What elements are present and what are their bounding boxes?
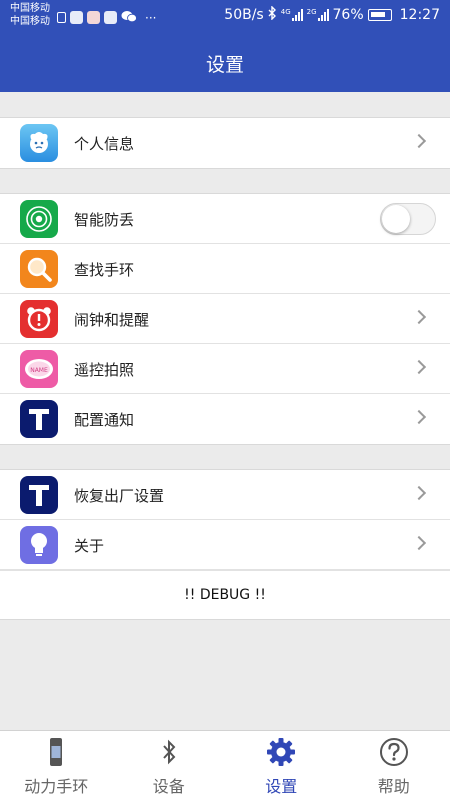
more-notifications: ··· [145,10,157,25]
nav-item-band[interactable]: 动力手环 [0,731,113,800]
app-notification-icon [104,11,117,24]
about-label: 关于 [74,537,105,555]
row-personal-info[interactable]: 个人信息 [0,118,450,168]
carrier-2: 中国移动 [10,16,50,27]
page-title: 设置 [205,54,244,76]
wechat-icon [121,8,137,27]
device-group: 智能防丢 查找手环 闹钟和提醒 NAME 遥控拍照 配置通知 [0,193,450,445]
system-group: 恢复出厂设置 关于 !! DEBUG !! [0,469,450,620]
personal-info-label: 个人信息 [74,135,135,153]
magnifier-icon [20,250,58,288]
bluetooth-icon [154,737,184,767]
bluetooth-status-icon [268,5,277,24]
nav-label-help: 帮助 [377,777,410,796]
chevron-right-icon [411,309,427,325]
alarm-clock-icon [20,300,58,338]
app-header: 设置 [0,32,450,92]
row-alarm[interactable]: 闹钟和提醒 [0,294,450,344]
notify-config-label: 配置通知 [74,411,135,429]
network-speed: 50B/s [224,7,264,23]
row-factory-reset[interactable]: 恢复出厂设置 [0,470,450,520]
lightbulb-icon [20,526,58,564]
nav-label-device: 设备 [152,777,185,796]
svg-text:NAME: NAME [30,367,48,374]
app-notification-icon [87,11,100,24]
hammer-icon [20,476,58,514]
row-anti-lost: 智能防丢 [0,194,450,244]
anti-lost-label: 智能防丢 [74,211,135,229]
band-icon [41,737,71,767]
notification-icons: ··· [57,8,156,27]
status-right: 50B/s 4G 2G 76% 12:27 [224,5,440,24]
status-bar: 中国移动 中国移动 ··· 50B/s 4G 2G 76% 12:27 [0,0,450,32]
battery-icon [367,9,392,21]
toggle-knob [382,205,410,233]
row-find-band[interactable]: 查找手环 [0,244,450,294]
row-about[interactable]: 关于 [0,520,450,570]
nav-label-band: 动力手环 [24,777,89,796]
carrier-1: 中国移动 [10,3,50,14]
chevron-right-icon [411,359,427,375]
chevron-right-icon [411,133,427,149]
radar-icon [20,200,58,238]
anti-lost-toggle[interactable] [380,203,436,235]
profile-group: 个人信息 [0,117,450,169]
factory-reset-label: 恢复出厂设置 [74,487,165,505]
row-notify-config[interactable]: 配置通知 [0,394,450,444]
carrier-info: 中国移动 中国移动 [10,2,50,28]
nav-item-settings[interactable]: 设置 [225,731,338,800]
gear-icon [266,737,296,767]
battery-percent: 76% [332,7,364,23]
lock-icon [57,12,66,23]
help-icon [379,737,409,767]
nav-label-settings: 设置 [265,777,298,796]
nav-item-help[interactable]: 帮助 [338,731,450,800]
debug-button[interactable]: !! DEBUG !! [0,570,450,619]
nav-item-device[interactable]: 设备 [113,731,226,800]
app-notification-icon [70,11,83,24]
chevron-right-icon [411,535,427,551]
profile-icon [20,124,58,162]
chevron-right-icon [411,485,427,501]
signal-icon-1: 4G [281,9,303,21]
bottom-nav: 动力手环 设备 设置 帮助 [0,730,450,800]
alarm-label: 闹钟和提醒 [74,311,150,329]
find-band-label: 查找手环 [74,261,135,279]
clock: 12:27 [399,7,440,23]
chevron-right-icon [411,409,427,425]
hammer-icon [20,400,58,438]
name-tag-icon: NAME [20,350,58,388]
row-remote-camera[interactable]: NAME 遥控拍照 [0,344,450,394]
signal-icon-2: 2G [307,9,329,21]
remote-camera-label: 遥控拍照 [74,361,135,379]
